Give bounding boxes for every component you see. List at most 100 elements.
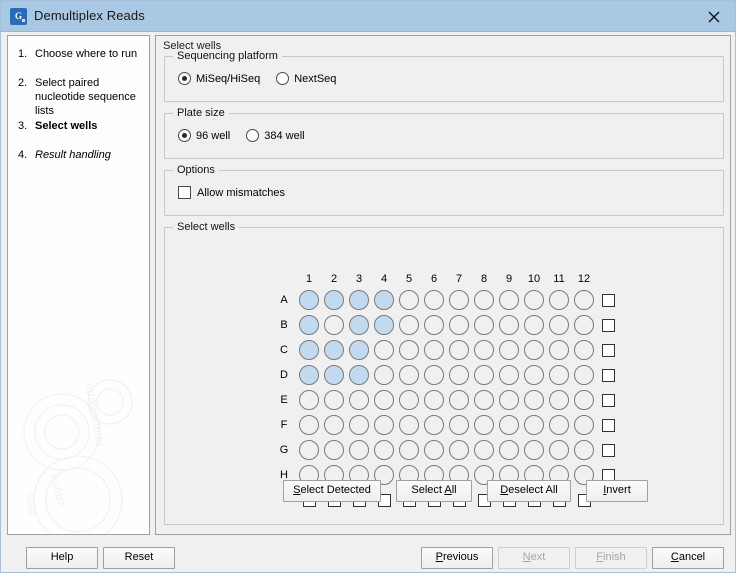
row-checkbox-A[interactable] [602,294,615,307]
well-A6[interactable] [424,290,444,310]
well-F9[interactable] [499,415,519,435]
button-reset[interactable]: Reset [103,547,175,569]
well-G11[interactable] [549,440,569,460]
sidebar-step-1[interactable]: 1. Choose where to run [18,47,146,61]
well-D12[interactable] [574,365,594,385]
well-F4[interactable] [374,415,394,435]
well-G10[interactable] [524,440,544,460]
well-B2[interactable] [324,315,344,335]
well-D2[interactable] [324,365,344,385]
well-A10[interactable] [524,290,544,310]
well-F1[interactable] [299,415,319,435]
radio-nextseq[interactable] [276,72,289,85]
well-C2[interactable] [324,340,344,360]
well-A5[interactable] [399,290,419,310]
well-F2[interactable] [324,415,344,435]
well-D11[interactable] [549,365,569,385]
well-A12[interactable] [574,290,594,310]
well-G5[interactable] [399,440,419,460]
well-B12[interactable] [574,315,594,335]
well-D9[interactable] [499,365,519,385]
well-E5[interactable] [399,390,419,410]
well-C7[interactable] [449,340,469,360]
well-E1[interactable] [299,390,319,410]
well-F7[interactable] [449,415,469,435]
well-B6[interactable] [424,315,444,335]
well-E9[interactable] [499,390,519,410]
well-E6[interactable] [424,390,444,410]
row-checkbox-F[interactable] [602,419,615,432]
well-D10[interactable] [524,365,544,385]
button-previous[interactable]: Previous [421,547,493,569]
button-select-detected[interactable]: Select Detected [283,480,381,502]
sidebar-step-4[interactable]: 4. Result handling [18,148,146,162]
well-C4[interactable] [374,340,394,360]
well-E4[interactable] [374,390,394,410]
well-B7[interactable] [449,315,469,335]
well-A9[interactable] [499,290,519,310]
well-F5[interactable] [399,415,419,435]
button-invert[interactable]: Invert [586,480,648,502]
row-checkbox-C[interactable] [602,344,615,357]
well-F11[interactable] [549,415,569,435]
well-D6[interactable] [424,365,444,385]
well-C9[interactable] [499,340,519,360]
checkbox-allow-mismatches[interactable] [178,186,191,199]
well-D1[interactable] [299,365,319,385]
button-deselect-all[interactable]: Deselect All [487,480,571,502]
well-C10[interactable] [524,340,544,360]
well-D8[interactable] [474,365,494,385]
well-E8[interactable] [474,390,494,410]
well-G9[interactable] [499,440,519,460]
well-G4[interactable] [374,440,394,460]
sidebar-step-2[interactable]: 2. Select paired nucleotide sequence lis… [18,76,146,118]
well-A2[interactable] [324,290,344,310]
well-E3[interactable] [349,390,369,410]
radio-96-well[interactable] [178,129,191,142]
well-E7[interactable] [449,390,469,410]
well-C6[interactable] [424,340,444,360]
well-G2[interactable] [324,440,344,460]
well-A11[interactable] [549,290,569,310]
row-checkbox-G[interactable] [602,444,615,457]
row-checkbox-D[interactable] [602,369,615,382]
well-G1[interactable] [299,440,319,460]
well-B1[interactable] [299,315,319,335]
well-D5[interactable] [399,365,419,385]
well-C3[interactable] [349,340,369,360]
well-B11[interactable] [549,315,569,335]
well-G6[interactable] [424,440,444,460]
well-F8[interactable] [474,415,494,435]
well-C11[interactable] [549,340,569,360]
well-E2[interactable] [324,390,344,410]
well-G3[interactable] [349,440,369,460]
well-A3[interactable] [349,290,369,310]
well-F3[interactable] [349,415,369,435]
well-B4[interactable] [374,315,394,335]
radio-384-well[interactable] [246,129,259,142]
well-A1[interactable] [299,290,319,310]
radio-miseq-hiseq[interactable] [178,72,191,85]
well-G8[interactable] [474,440,494,460]
well-A7[interactable] [449,290,469,310]
well-F12[interactable] [574,415,594,435]
well-G12[interactable] [574,440,594,460]
row-checkbox-B[interactable] [602,319,615,332]
well-F6[interactable] [424,415,444,435]
sidebar-step-3[interactable]: 3. Select wells [18,119,146,133]
well-G7[interactable] [449,440,469,460]
well-D7[interactable] [449,365,469,385]
button-help[interactable]: Help [26,547,98,569]
well-E11[interactable] [549,390,569,410]
well-B3[interactable] [349,315,369,335]
close-icon[interactable] [691,1,736,31]
well-D4[interactable] [374,365,394,385]
well-E10[interactable] [524,390,544,410]
well-C12[interactable] [574,340,594,360]
row-checkbox-E[interactable] [602,394,615,407]
button-cancel[interactable]: Cancel [652,547,724,569]
well-C5[interactable] [399,340,419,360]
well-F10[interactable] [524,415,544,435]
well-E12[interactable] [574,390,594,410]
well-A4[interactable] [374,290,394,310]
